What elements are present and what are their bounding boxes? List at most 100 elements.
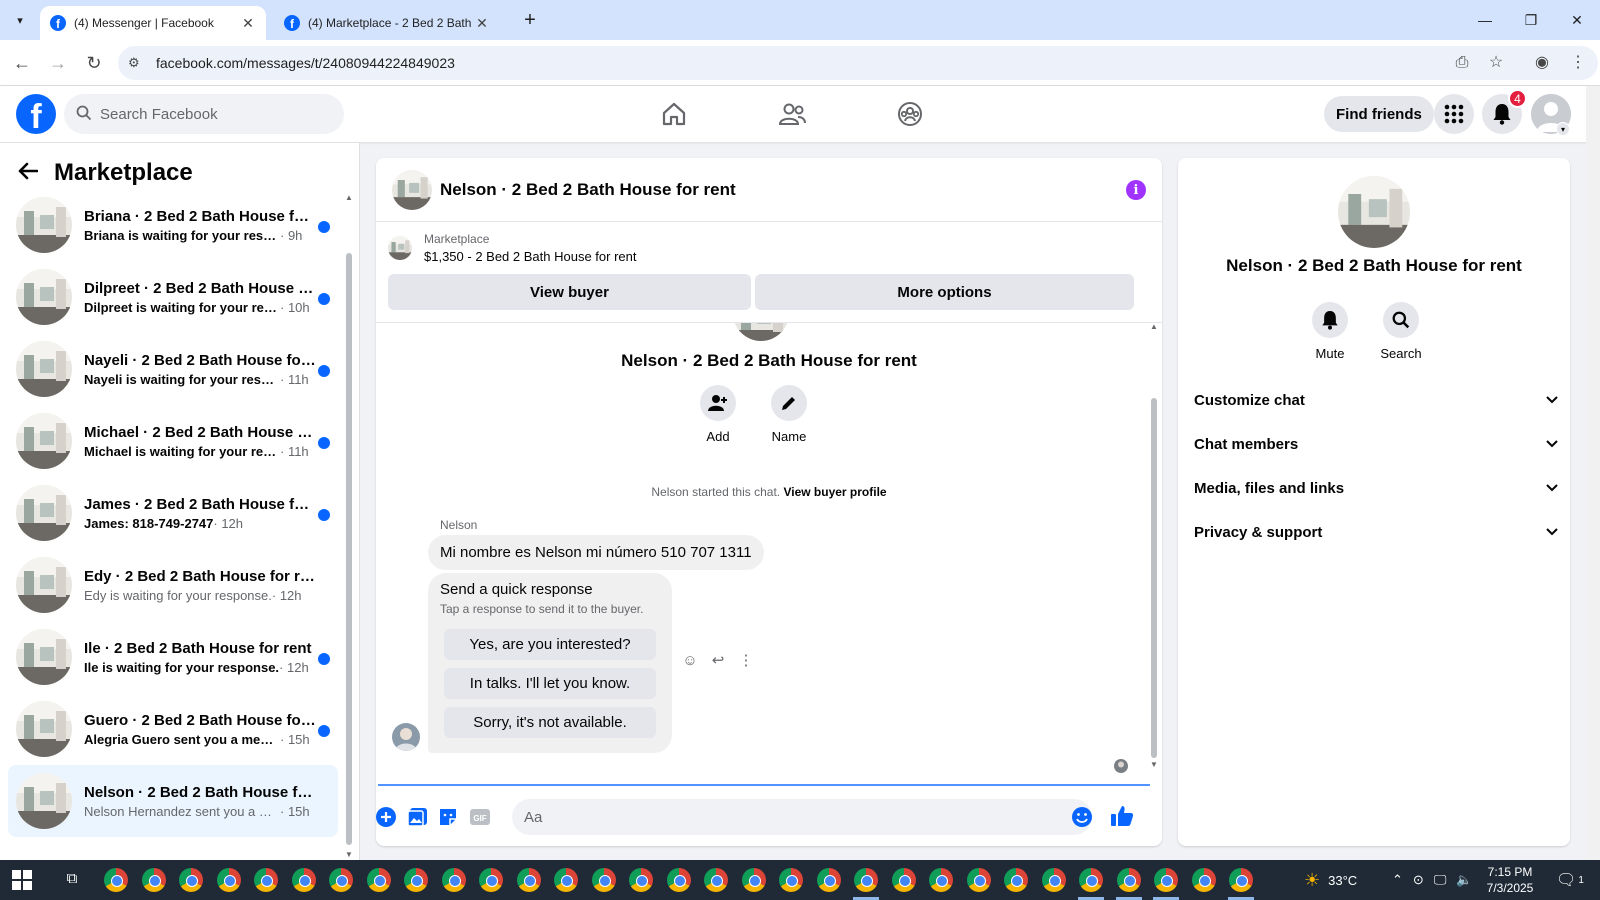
taskbar-chrome-icon[interactable] <box>1229 868 1253 892</box>
tab-close-icon[interactable]: ✕ <box>474 15 490 32</box>
new-tab-button[interactable]: + <box>518 9 542 33</box>
bookmark-star-icon[interactable]: ☆ <box>1484 51 1508 75</box>
view-buyer-profile-link[interactable]: View buyer profile <box>783 485 886 499</box>
taskbar-chrome-icon[interactable] <box>141 868 166 892</box>
name-action[interactable]: Name <box>759 385 819 444</box>
taskbar-chrome-icon[interactable] <box>666 868 691 892</box>
search-action[interactable]: Search <box>1366 302 1436 361</box>
taskbar-clock[interactable]: 7:15 PM 7/3/2025 <box>1476 864 1544 896</box>
taskbar-chrome-icon[interactable] <box>591 868 616 892</box>
profile-icon[interactable]: ◉ <box>1530 51 1554 75</box>
media-files-links-row[interactable]: Media, files and links <box>1194 468 1558 508</box>
meet-now-icon[interactable]: ⊙ <box>1413 872 1424 888</box>
tab-messenger[interactable]: f (4) Messenger | Facebook ✕ <box>40 6 266 40</box>
home-icon[interactable] <box>654 94 694 134</box>
minimize-button[interactable]: — <box>1462 0 1508 40</box>
back-arrow-icon[interactable]: ← <box>10 51 34 75</box>
more-dots-icon[interactable]: ⋮ <box>732 651 760 669</box>
facebook-search[interactable] <box>64 94 344 134</box>
taskbar-chrome-icon[interactable] <box>629 868 653 892</box>
taskbar-chrome-icon[interactable] <box>554 868 578 892</box>
quick-response-yes[interactable]: Yes, are you interested? <box>444 629 656 660</box>
conversation-item[interactable]: James · 2 Bed 2 Bath House for rent James… <box>8 477 338 549</box>
taskbar-chrome-icon[interactable] <box>1004 868 1028 892</box>
add-person-icon[interactable] <box>700 385 736 421</box>
sticker-icon[interactable] <box>432 801 464 833</box>
taskbar-chrome-icon[interactable] <box>291 868 316 892</box>
chat-scrollbar[interactable]: ▲ ▼ <box>1148 322 1160 788</box>
gif-icon[interactable]: GIF <box>464 801 496 833</box>
action-center-icon[interactable]: 🗨 1 <box>1556 860 1584 900</box>
taskbar-chrome-icon[interactable] <box>1154 868 1178 892</box>
sender-avatar[interactable] <box>392 723 420 751</box>
conversation-item[interactable]: Briana · 2 Bed 2 Bath House for rent Bria… <box>8 189 338 261</box>
taskbar-chrome-icon[interactable] <box>366 868 391 892</box>
conversation-item[interactable]: Edy · 2 Bed 2 Bath House for rent Edy is … <box>8 549 338 621</box>
tab-search-dropdown-icon[interactable]: ▾ <box>8 8 32 32</box>
page-scrollbar[interactable] <box>1586 86 1600 860</box>
conversation-item[interactable]: Dilpreet · 2 Bed 2 Bath House for rent Di… <box>8 261 338 333</box>
find-friends-button[interactable]: Find friends <box>1324 96 1434 132</box>
taskbar-chrome-icon[interactable] <box>216 868 241 892</box>
tab-close-icon[interactable]: ✕ <box>240 15 256 32</box>
photo-icon[interactable] <box>402 801 434 833</box>
address-bar[interactable]: ⚙ facebook.com/messages/t/24080944224849… <box>118 46 1598 80</box>
emoji-smiley-icon[interactable] <box>1066 801 1098 833</box>
conversation-item[interactable]: Nayeli · 2 Bed 2 Bath House for rent Naye… <box>8 333 338 405</box>
site-settings-icon[interactable]: ⚙ <box>128 55 148 71</box>
message-bubble[interactable]: Mi nombre es Nelson mi número 510 707 13… <box>428 535 764 570</box>
customize-chat-row[interactable]: Customize chat <box>1194 380 1558 420</box>
conversation-item[interactable]: Ile · 2 Bed 2 Bath House for rent Ile is … <box>8 621 338 693</box>
install-app-icon[interactable]: ⎙ <box>1450 51 1474 75</box>
taskbar-chrome-icon[interactable] <box>104 868 128 892</box>
taskbar-chrome-icon[interactable] <box>1079 868 1103 892</box>
taskbar-chrome-icon[interactable] <box>254 868 278 892</box>
scroll-up-arrow-icon[interactable]: ▲ <box>1148 322 1160 331</box>
taskbar-chrome-icon[interactable] <box>966 868 991 892</box>
account-chevron-icon[interactable]: ▾ <box>1556 122 1570 136</box>
sidebar-scroll-thumb[interactable] <box>346 253 352 845</box>
taskbar-chrome-icon[interactable] <box>1116 868 1141 892</box>
taskbar-chrome-icon[interactable] <box>704 868 728 892</box>
taskbar-chrome-icon[interactable] <box>329 868 353 892</box>
reload-icon[interactable]: ↻ <box>82 51 106 75</box>
taskbar-chrome-icon[interactable] <box>1191 868 1216 892</box>
scroll-down-arrow-icon[interactable]: ▼ <box>1148 760 1160 769</box>
privacy-support-row[interactable]: Privacy & support <box>1194 512 1558 552</box>
network-icon[interactable]: 🖵 <box>1434 872 1447 888</box>
thumbs-up-icon[interactable] <box>1106 800 1138 832</box>
friends-icon[interactable] <box>772 94 812 134</box>
volume-icon[interactable]: 🔈 <box>1456 872 1472 888</box>
react-smiley-icon[interactable]: ☺ <box>676 652 704 669</box>
tray-chevron-up-icon[interactable]: ⌃ <box>1392 872 1403 888</box>
add-people-action[interactable]: Add <box>688 385 748 444</box>
message-input-box[interactable] <box>512 799 1092 835</box>
taskbar-chrome-icon[interactable] <box>816 868 841 892</box>
browser-menu-icon[interactable]: ⋮ <box>1566 51 1590 75</box>
back-arrow-icon[interactable] <box>18 160 39 186</box>
mute-action[interactable]: Mute <box>1295 302 1365 361</box>
windows-start-icon[interactable] <box>12 870 32 890</box>
taskbar-chrome-icon[interactable] <box>516 868 541 892</box>
taskbar-chrome-icon[interactable] <box>929 868 953 892</box>
tab-marketplace[interactable]: f (4) Marketplace - 2 Bed 2 Bath House ✕ <box>274 6 500 40</box>
scroll-up-arrow-icon[interactable]: ▲ <box>345 193 353 202</box>
taskbar-chrome-icon[interactable] <box>854 868 878 892</box>
marketplace-listing-bar[interactable]: Marketplace $1,350 - 2 Bed 2 Bath House … <box>388 232 636 264</box>
taskbar-chrome-icon[interactable] <box>479 868 503 892</box>
conversation-item[interactable]: Nelson · 2 Bed 2 Bath House for rent Nels… <box>8 765 338 837</box>
taskbar-chrome-icon[interactable] <box>1041 868 1066 892</box>
taskbar-chrome-icon[interactable] <box>179 868 203 892</box>
info-icon[interactable]: i <box>1126 180 1146 200</box>
quick-response-in-talks[interactable]: In talks. I'll let you know. <box>444 668 656 699</box>
chat-members-row[interactable]: Chat members <box>1194 424 1558 464</box>
view-buyer-button[interactable]: View buyer <box>388 274 751 310</box>
forward-arrow-icon[interactable]: → <box>46 51 70 75</box>
restore-button[interactable]: ❐ <box>1508 0 1554 40</box>
reply-arrow-icon[interactable]: ↩ <box>704 651 732 669</box>
conversation-item[interactable]: Guero · 2 Bed 2 Bath House for rent Alegr… <box>8 693 338 765</box>
weather-widget[interactable]: ☀ 33°C <box>1304 860 1357 900</box>
message-input[interactable] <box>524 808 1044 826</box>
facebook-logo-icon[interactable]: f <box>16 94 56 134</box>
menu-grid-icon[interactable] <box>1434 94 1474 134</box>
